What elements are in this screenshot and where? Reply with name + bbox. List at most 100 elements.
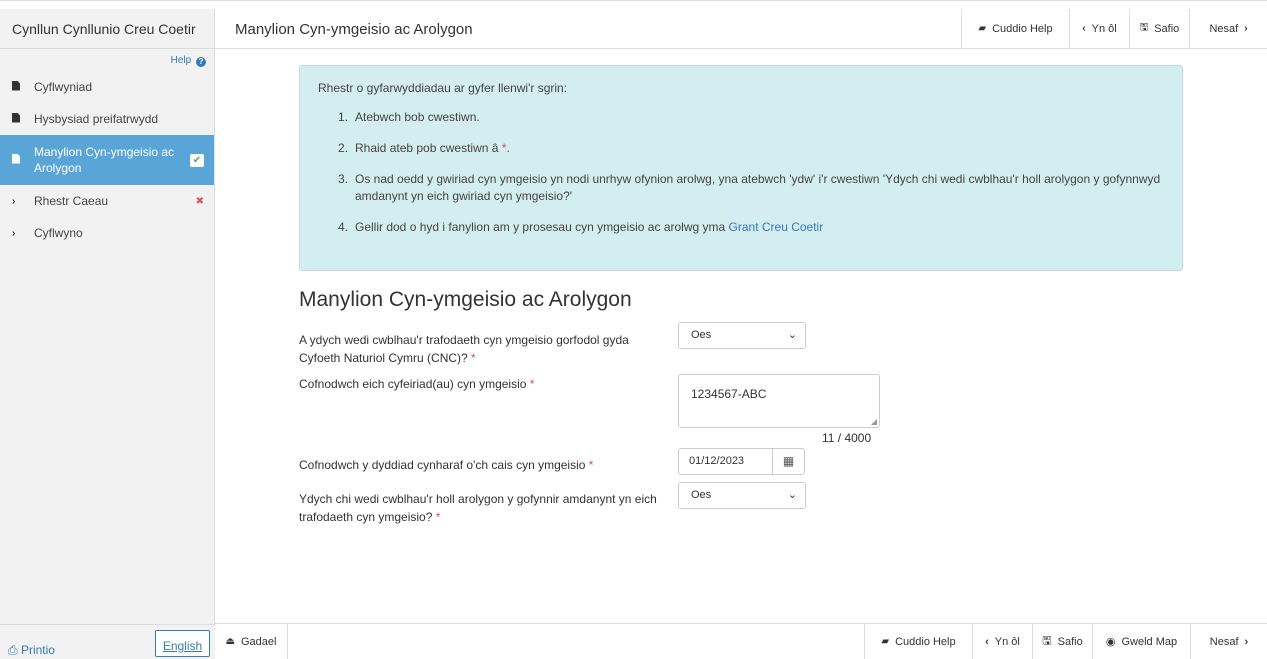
calendar-icon: ▦ (782, 454, 795, 468)
save-label: Safio (1057, 635, 1083, 648)
book-icon: ▰ (881, 636, 890, 647)
eject-icon: ⏏ (225, 636, 235, 647)
chevron-right-icon: › (1244, 23, 1248, 34)
date-input[interactable]: 01/12/2023 (678, 448, 773, 475)
check-icon: ✔ (190, 153, 204, 167)
chevron-right-icon: › (12, 227, 16, 239)
calendar-button[interactable]: ▦ (772, 448, 805, 475)
hide-help-button[interactable]: ▰ Cuddio Help (864, 624, 972, 659)
leave-button[interactable]: ⏏ Gadael (215, 624, 288, 659)
book-icon: ▰ (978, 23, 987, 34)
language-toggle-button[interactable]: English (155, 630, 210, 657)
globe-icon: ◉ (1105, 636, 1116, 648)
q3-label: Cofnodwch y dyddiad cynharaf o'ch cais c… (299, 456, 669, 474)
hide-help-label: Cuddio Help (895, 635, 956, 648)
help-item: 4. Gellir dod o hyd i fanylion am y pros… (338, 219, 1164, 236)
page-title: Manylion Cyn-ymgeisio ac Arolygon (235, 21, 473, 38)
sidebar-item-manylion[interactable]: Manylion Cyn-ymgeisio ac Arolygon ✔ (0, 135, 214, 185)
chevron-left-icon: ‹ (985, 635, 989, 648)
sidebar-item-label: Rhestr Caeau (34, 194, 109, 208)
q2-label-text: Cofnodwch eich cyfeiriad(au) cyn ymgeisi… (299, 377, 527, 391)
back-button[interactable]: ‹ Yn ôl (972, 624, 1032, 659)
next-button[interactable]: Nesaf › (1189, 9, 1267, 48)
hide-help-label: Cuddio Help (992, 22, 1053, 35)
next-label: Nesaf (1209, 635, 1239, 648)
back-label: Yn ôl (994, 635, 1020, 648)
sidebar-item-label: Cyflwyno (34, 226, 83, 240)
sidebar: Cynllun Cynllunio Creu Coetir Help ? Cyf… (0, 9, 215, 659)
sidebar-item-cyflwyno[interactable]: › Cyflwyno (0, 217, 214, 249)
q1-label-text: A ydych wedi cwblhau'r trafodaeth cyn ym… (299, 333, 629, 365)
sidebar-help-link[interactable]: Help ? (0, 49, 214, 71)
sidebar-item-label: Cyflwyniad (34, 80, 93, 94)
select-value: Oes (691, 329, 712, 341)
select-value: Oes (691, 489, 712, 501)
q4-label: Ydych chi wedi cwblhau'r holl arolygon y… (299, 490, 669, 526)
help-item-text: Os nad oedd y gwiriad cyn ymgeisio yn no… (355, 172, 1161, 203)
leave-label: Gadael (240, 635, 277, 648)
sidebar-item-label: Hysbysiad preifatrwydd (34, 112, 159, 126)
required-asterisk: * (471, 351, 476, 365)
save-label: Safio (1154, 22, 1180, 35)
hide-help-button[interactable]: ▰ Cuddio Help (961, 9, 1069, 48)
help-item-text-wrap: Gellir dod o hyd i fanylion am y prosesa… (355, 219, 823, 236)
view-map-label: Gweld Map (1121, 635, 1178, 648)
help-item-tail: . (506, 141, 510, 155)
cnc-discussion-select[interactable]: Oes ⌄ (678, 322, 806, 349)
help-item-number: 4. (338, 220, 349, 234)
help-item-number: 2. (338, 141, 349, 155)
sidebar-item-rhestr-caeau[interactable]: › Rhestr Caeau ✖ (0, 185, 214, 217)
back-label: Yn ôl (1091, 22, 1117, 35)
help-panel: Rhestr o gyfarwyddiadau ar gyfer llenwi'… (299, 65, 1183, 271)
print-label: Printio (20, 643, 55, 657)
textarea-value: 1234567-ABC (691, 387, 767, 401)
app-window: Cynllun Cynllunio Creu Coetir Help ? Cyf… (0, 0, 1267, 659)
q2-label: Cofnodwch eich cyfeiriad(au) cyn ymgeisi… (299, 375, 669, 393)
question-icon: ? (196, 57, 206, 67)
save-button[interactable]: 🖫 Safio (1032, 624, 1092, 659)
chevron-right-icon: › (1244, 635, 1249, 648)
document-icon (12, 112, 26, 126)
help-item-number: 1. (338, 110, 349, 124)
sidebar-item-hysbysiad[interactable]: Hysbysiad preifatrwydd (0, 103, 214, 135)
q4-label-text: Ydych chi wedi cwblhau'r holl arolygon y… (299, 492, 657, 524)
document-icon (12, 153, 26, 167)
chevron-left-icon: ‹ (1082, 23, 1086, 34)
required-asterisk: * (588, 458, 594, 472)
print-button[interactable]: ⎙ Printio (8, 643, 55, 658)
help-item-text: Gellir dod o hyd i fanylion am y prosesa… (355, 220, 726, 234)
printer-icon: ⎙ (8, 643, 18, 657)
required-asterisk: * (529, 377, 535, 391)
q1-label: A ydych wedi cwblhau'r trafodaeth cyn ym… (299, 331, 669, 367)
required-asterisk: * (435, 510, 441, 524)
help-item-text: Rhaid ateb pob cwestiwn â (355, 141, 499, 155)
help-list: 1. Atebwch bob cwestiwn. 2. Rhaid ateb p… (318, 109, 1164, 236)
form-title: Manylion Cyn-ymgeisio ac Arolygon (299, 288, 632, 311)
view-map-button[interactable]: ◉ Gweld Map (1092, 624, 1190, 659)
chevron-down-icon: ⌄ (787, 489, 797, 501)
help-item: 3. Os nad oedd y gwiriad cyn ymgeisio yn… (338, 171, 1164, 205)
surveys-completed-select[interactable]: Oes ⌄ (678, 482, 806, 509)
help-intro: Rhestr o gyfarwyddiadau ar gyfer llenwi'… (318, 81, 568, 95)
save-button[interactable]: 🖫 Safio (1129, 9, 1189, 48)
document-icon (12, 80, 26, 94)
next-label: Nesaf (1209, 22, 1239, 35)
help-item: 1. Atebwch bob cwestiwn. (338, 109, 1164, 126)
chevron-down-icon: ⌄ (787, 329, 797, 341)
next-button[interactable]: Nesaf › (1190, 624, 1267, 659)
sidebar-footer: ⎙ Printio English (0, 624, 215, 659)
help-item: 2. Rhaid ateb pob cwestiwn â *. (338, 140, 1164, 157)
back-button[interactable]: ‹ Yn ôl (1069, 9, 1129, 48)
sidebar-item-cyflwyniad[interactable]: Cyflwyniad (0, 71, 214, 103)
floppy-disk-icon: 🖫 (1042, 635, 1052, 647)
top-toolbar: Manylion Cyn-ymgeisio ac Arolygon ▰ Cudd… (215, 9, 1267, 49)
character-counter: 11 / 4000 (822, 431, 872, 445)
sidebar-title: Cynllun Cynllunio Creu Coetir (0, 9, 214, 49)
pre-application-reference-textarea[interactable]: 1234567-ABC ◢ (678, 374, 880, 428)
q3-label-text: Cofnodwch y dyddiad cynharaf o'ch cais c… (299, 458, 586, 472)
resize-grip-icon[interactable]: ◢ (871, 417, 877, 426)
grant-link[interactable]: Grant Creu Coetir (729, 220, 824, 234)
floppy-disk-icon: 🖫 (1139, 22, 1149, 33)
bottom-toolbar: ⏏ Gadael ▰ Cuddio Help ‹ Yn ôl 🖫 Safio ◉… (215, 623, 1267, 659)
error-x-icon: ✖ (195, 195, 204, 207)
